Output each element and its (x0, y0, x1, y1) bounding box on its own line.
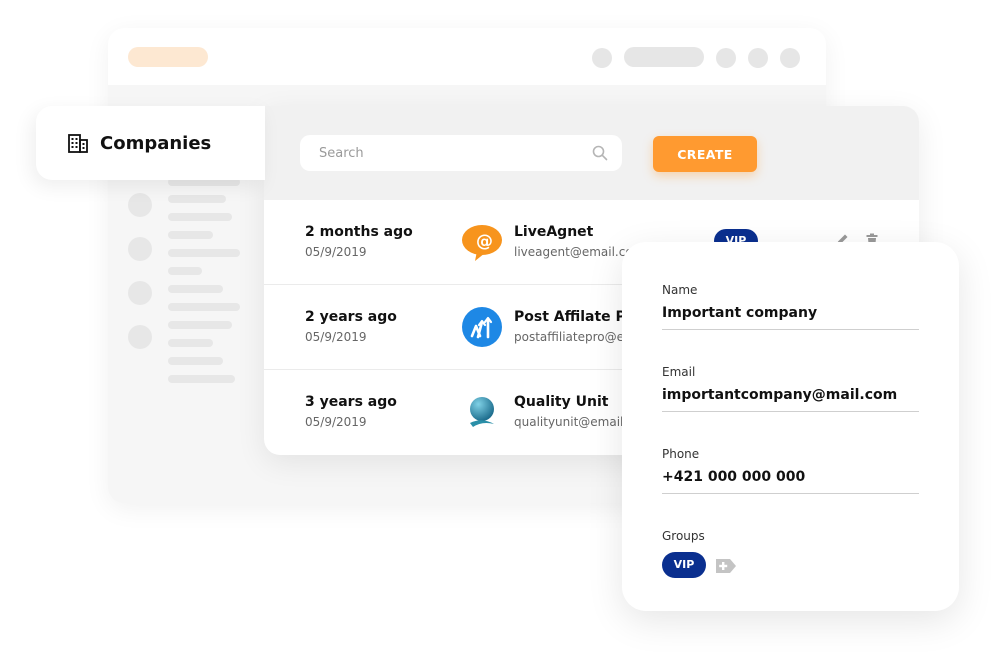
sidebar-skeleton-line (168, 357, 223, 365)
company-last-activity: 2 years ago (305, 309, 397, 325)
email-value[interactable]: importantcompany@mail.com (662, 387, 919, 412)
name-value[interactable]: Important company (662, 305, 919, 330)
svg-text:@: @ (476, 232, 493, 252)
add-tag-icon[interactable] (714, 558, 738, 574)
phone-field[interactable]: Phone +421 000 000 000 (662, 447, 919, 494)
sidebar-skeleton-line (168, 267, 202, 275)
group-chip-vip[interactable]: VIP (662, 552, 706, 578)
sidebar-skeleton-line (168, 303, 240, 311)
sidebar-skeleton-avatar (128, 237, 152, 261)
company-name: LiveAgnet (514, 224, 594, 240)
groups-label: Groups (662, 529, 705, 543)
page-title: Companies (100, 133, 212, 154)
email-label: Email (662, 365, 696, 379)
postaffiliatepro-logo (462, 307, 502, 347)
search-box[interactable] (300, 135, 622, 171)
companies-section-header[interactable]: Companies (36, 106, 265, 180)
company-detail-card: Name Important company Email importantco… (622, 242, 959, 611)
search-icon[interactable] (592, 145, 608, 161)
sidebar-skeleton-line (168, 375, 235, 383)
liveagent-logo: @ (462, 225, 502, 261)
sidebar-skeleton-line (168, 285, 223, 293)
building-icon (68, 134, 88, 153)
create-button[interactable]: CREATE (653, 136, 757, 172)
qualityunit-logo (470, 397, 494, 427)
groups-field: Groups VIP (662, 529, 736, 578)
company-last-activity: 3 years ago (305, 394, 397, 410)
window-titlebar (108, 28, 826, 85)
company-date: 05/9/2019 (305, 415, 367, 429)
phone-label: Phone (662, 447, 700, 461)
companies-toolbar: CREATE (264, 106, 919, 200)
sidebar-skeleton-line (168, 195, 226, 203)
sidebar-skeleton-avatar (128, 193, 152, 217)
sidebar-skeleton-avatar (128, 325, 152, 349)
sidebar-skeleton-line (168, 231, 213, 239)
name-field[interactable]: Name Important company (662, 283, 919, 330)
search-input[interactable] (300, 135, 622, 171)
email-field[interactable]: Email importantcompany@mail.com (662, 365, 919, 412)
company-last-activity: 2 months ago (305, 224, 413, 240)
sidebar-skeleton-line (168, 249, 240, 257)
titlebar-dot (748, 48, 768, 68)
company-name: Quality Unit (514, 394, 609, 410)
titlebar-dot (716, 48, 736, 68)
phone-value[interactable]: +421 000 000 000 (662, 469, 919, 494)
company-date: 05/9/2019 (305, 245, 367, 259)
sidebar-skeleton-line (168, 213, 232, 221)
titlebar-placeholder-pill (624, 47, 704, 67)
titlebar-dot (592, 48, 612, 68)
company-date: 05/9/2019 (305, 330, 367, 344)
sidebar-skeleton-avatar (128, 281, 152, 305)
name-label: Name (662, 283, 698, 297)
titlebar-placeholder-pill (128, 47, 208, 67)
sidebar-skeleton-line (168, 321, 232, 329)
titlebar-dot (780, 48, 800, 68)
sidebar-skeleton-line (168, 339, 213, 347)
